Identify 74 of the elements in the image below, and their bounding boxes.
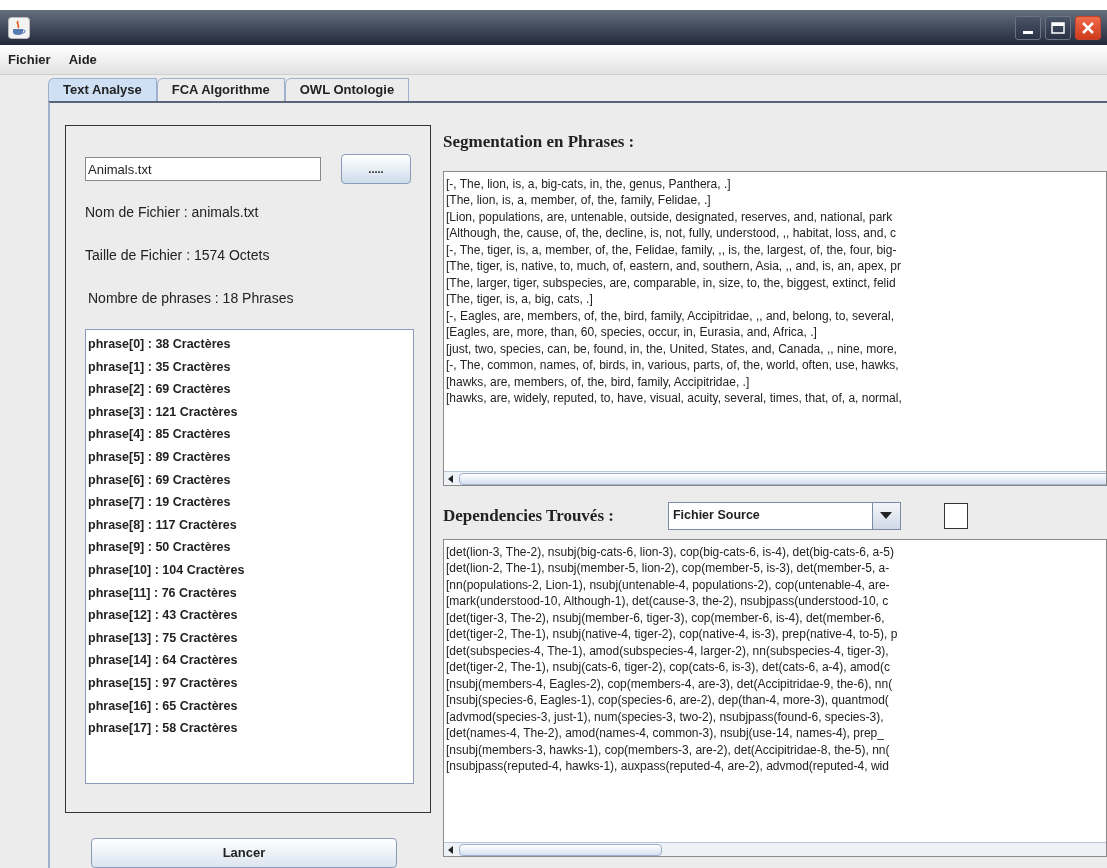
- file-info-label: Nombre de phrases : 18 Phrases: [87, 289, 294, 308]
- menu-item[interactable]: Aide: [68, 49, 97, 70]
- text-line: [The, larger, tiger, subspecies, are, comparable, in, size, to, the, biggest, extinct, felid: [446, 274, 896, 291]
- minimize-icon: [1023, 30, 1033, 34]
- phrase-list-item[interactable]: phrase[4] : 85 Cractères: [88, 423, 231, 446]
- tab[interactable]: OWL Ontologie: [284, 78, 410, 101]
- horizontal-scrollbar[interactable]: [444, 841, 1106, 856]
- menu-item[interactable]: Fichier: [8, 49, 51, 70]
- text-line: [nsubjpass(reputed-4, hawks-1), auxpass(reputed-4, are-2), advmod(reputed-4, wid: [446, 758, 889, 775]
- phrase-list-item[interactable]: phrase[2] : 69 Cractères: [88, 378, 231, 401]
- browse-button[interactable]: .....: [341, 154, 411, 184]
- text-line: [Eagles, are, more, than, 60, species, occur, in, Eurasia, and, Africa, .]: [446, 324, 817, 341]
- text-line: [-, The, tiger, is, a, member, of, the, Felidae, family, ,, is, the, largest, of, the, four, big-: [446, 241, 897, 258]
- phrase-list[interactable]: [85, 329, 414, 784]
- minimize-button[interactable]: [1015, 15, 1041, 40]
- text-area[interactable]: [443, 538, 1107, 857]
- phrase-list-item[interactable]: phrase[7] : 19 Cractères: [88, 491, 231, 514]
- text-line: [det(tiger-2, The-1), nsubj(cats-6, tiger-2), cop(cats-6, is-3), det(cats-6, a-4), amod(c: [446, 659, 890, 676]
- phrase-list-item[interactable]: phrase[3] : 121 Cractères: [88, 400, 238, 424]
- text-line: [The, tiger, is, native, to, much, of, eastern, and, southern, Asia, ,, and, is, an, apex, pr: [446, 258, 901, 275]
- close-button[interactable]: [1075, 15, 1101, 40]
- tab[interactable]: FCA Algorithme: [156, 78, 285, 101]
- text-line: [nsubj(species-6, Eagles-1), cop(species-6, are-2), dep(than-4, more-3), quantmod(: [446, 692, 889, 709]
- close-icon: [1081, 20, 1095, 35]
- phrase-list-item[interactable]: phrase[9] : 50 Cractères: [88, 536, 231, 559]
- text-line: [The, tiger, is, a, big, cats, .]: [446, 291, 593, 308]
- tab[interactable]: Text Analyse: [48, 78, 157, 101]
- text-line: [just, two, species, can, be, found, in, the, United, States, and, Canada, ,, nine, more,: [446, 340, 897, 357]
- text-line: [-, The, lion, is, a, big-cats, in, the, genus, Panthera, .]: [446, 175, 731, 192]
- phrase-list-item[interactable]: phrase[0] : 38 Cractères: [88, 333, 231, 356]
- text-line: [-, Eagles, are, members, of, the, bird, family, Accipitridae, ,, and, belong, to, several,: [446, 307, 894, 324]
- section-title: Segmentation en Phrases :: [443, 131, 635, 153]
- horizontal-scrollbar[interactable]: [444, 470, 1106, 485]
- text-line: [det(names-4, The-2), amod(names-4, common-3), nsubj(use-14, names-4), prep_: [446, 725, 884, 742]
- phrase-list-item[interactable]: phrase[10] : 104 Cractères: [88, 558, 245, 582]
- phrase-list-item[interactable]: phrase[13] : 75 Cractères: [88, 626, 238, 650]
- text-line: [The, lion, is, a, member, of, the, family, Felidae, .]: [446, 192, 711, 209]
- phrase-list-item[interactable]: phrase[17] : 58 Cractères: [88, 717, 238, 740]
- text-line: [hawks, are, members, of, the, bird, family, Accipitridae, .]: [446, 373, 750, 390]
- phrase-list-item[interactable]: phrase[14] : 64 Cractères: [88, 649, 238, 672]
- text-line: [det(tiger-2, The-1), nsubj(native-4, tiger-2), cop(native-4, is-3), prep(native-4, to-5), p: [446, 626, 898, 643]
- dropdown-arrow-icon: [880, 512, 893, 519]
- text-line: [det(tiger-3, The-2), nsubj(member-6, tiger-3), cop(member-6, is-4), det(member-6,: [446, 609, 885, 626]
- checkbox[interactable]: [943, 502, 968, 529]
- run-button[interactable]: Lancer: [91, 838, 397, 868]
- file-info-label: Taille de Fichier : 1574 Octets: [85, 246, 270, 265]
- text-line: [Although, the, cause, of, the, decline, is, not, fully, understood, ,, habitat, loss, and, c: [446, 225, 897, 242]
- phrase-list-item[interactable]: phrase[1] : 35 Cractères: [88, 355, 231, 379]
- text-line: [advmod(species-3, just-1), num(species-3, two-2), nsubjpass(found-6, species-3),: [446, 708, 884, 725]
- text-line: [det(lion-2, The-1), nsubj(member-5, lion-2), cop(member-5, is-3), det(member-5, a-: [446, 560, 890, 577]
- text-line: [mark(understood-10, Although-1), det(cause-3, the-2), nsubjpass(understood-10, c: [446, 593, 889, 610]
- maximize-button[interactable]: [1045, 15, 1071, 40]
- text-line: [det(lion-3, The-2), nsubj(big-cats-6, lion-3), cop(big-cats-6, is-4), det(big-cats-6, a-5): [446, 543, 894, 560]
- section-title: Dependencies Trouvés :: [443, 504, 614, 527]
- file-info-label: Nom de Fichier : animals.txt: [85, 203, 259, 222]
- text-line: [Lion, populations, are, untenable, outside, designated, reserves, and, national, park: [446, 208, 893, 225]
- phrase-list-item[interactable]: phrase[16] : 65 Cractères: [88, 694, 238, 718]
- phrase-list-item[interactable]: phrase[6] : 69 Cractères: [88, 468, 231, 492]
- text-line: [det(subspecies-4, The-1), amod(subspecies-4, larger-2), nn(subspecies-4, tiger-3),: [446, 642, 889, 659]
- phrase-list-item[interactable]: phrase[11] : 76 Cractères: [88, 581, 237, 605]
- source-select[interactable]: Fichier Source: [667, 501, 901, 530]
- phrase-list-item[interactable]: phrase[8] : 117 Cractères: [88, 513, 237, 537]
- phrase-list-item[interactable]: phrase[15] : 97 Cractères: [88, 671, 238, 695]
- text-line: [hawks, are, widely, reputed, to, have, visual, acuity, several, times, that, of, a, normal,: [446, 390, 902, 407]
- text-line: [nn(populations-2, Lion-1), nsubj(untenable-4, populations-2), cop(untenable-4, are-: [446, 576, 890, 593]
- text-line: [nsubj(members-3, hawks-1), cop(members-3, are-2), det(Accipitridae-8, the-5), nn(: [446, 741, 890, 758]
- coffee-cup-icon: [8, 16, 30, 39]
- file-name-field[interactable]: Animals.txt: [85, 157, 321, 181]
- text-area[interactable]: [443, 170, 1107, 486]
- text-line: [-, The, common, names, of, birds, in, various, parts, of, the, world, often, use, hawks,: [446, 357, 899, 374]
- phrase-list-item[interactable]: phrase[5] : 89 Cractères: [88, 445, 231, 469]
- maximize-icon: [1051, 21, 1065, 34]
- phrase-list-item[interactable]: phrase[12] : 43 Cractères: [88, 604, 238, 627]
- text-line: [nsubj(members-4, Eagles-2), cop(members-4, are-3), det(Accipitridae-9, the-6), nn(: [446, 675, 893, 692]
